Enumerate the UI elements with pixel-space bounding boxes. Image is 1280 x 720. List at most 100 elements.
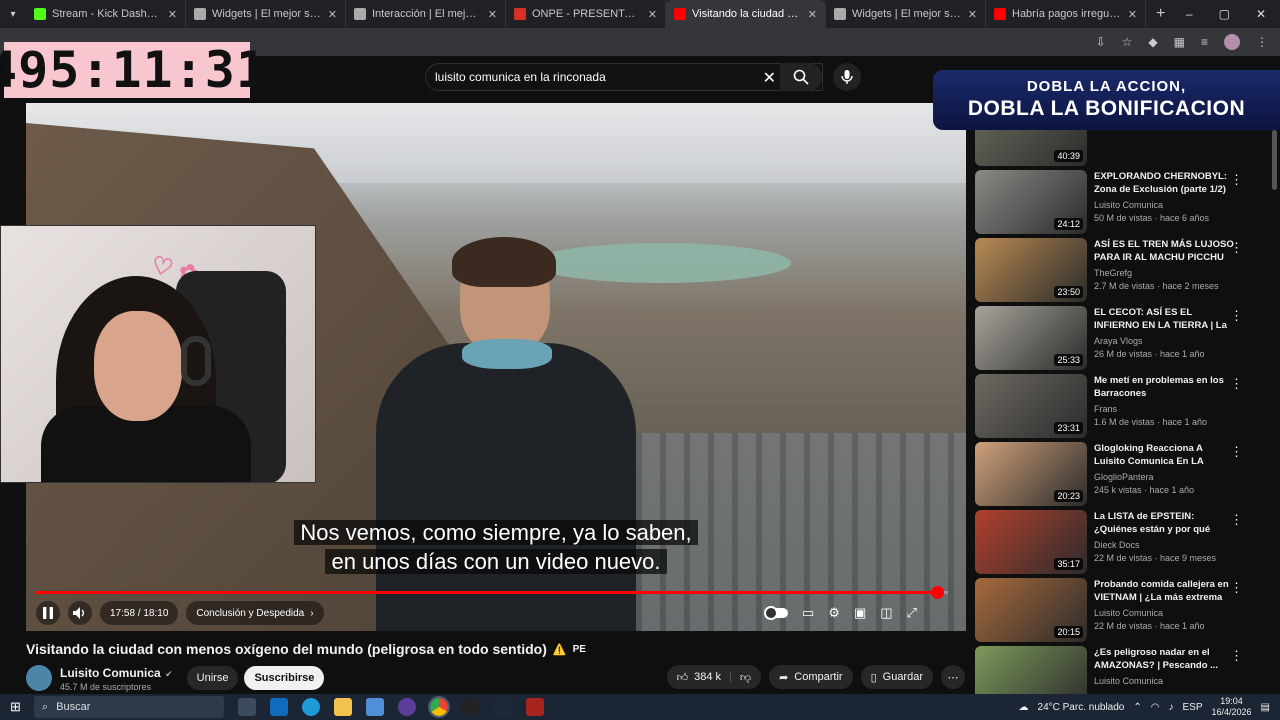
like-button[interactable]: 👍︎ 384 k | 👎︎	[666, 665, 762, 689]
subtitles-icon[interactable]: ▭	[802, 605, 814, 621]
profile-avatar[interactable]	[1224, 34, 1240, 50]
channel-avatar[interactable]	[26, 665, 52, 691]
media-controls-icon[interactable]: ≡	[1201, 35, 1208, 49]
recommendation-item[interactable]: 24:12 EXPLORANDO CHERNOBYL: Zona de Exclu…	[975, 170, 1265, 234]
more-actions-button[interactable]: ⋯	[941, 665, 965, 689]
extension-icon[interactable]: ◆	[1148, 35, 1157, 49]
volume-button[interactable]	[68, 601, 92, 625]
steam-icon[interactable]	[494, 698, 512, 716]
install-icon[interactable]: ⇩	[1096, 35, 1106, 49]
start-button[interactable]: ⊞	[10, 699, 21, 715]
video-thumbnail[interactable]	[975, 646, 1087, 700]
recommendation-channel[interactable]: GloglioPantera	[1094, 471, 1234, 484]
recommendation-item[interactable]: 20:15 Probando comida callejera en VIETNA…	[975, 578, 1265, 642]
search-input[interactable]: luisito comunica en la rinconada	[435, 70, 606, 84]
video-thumbnail[interactable]: 20:23	[975, 442, 1087, 506]
minimize-button[interactable]: –	[1186, 7, 1193, 21]
bookmark-star-icon[interactable]: ☆	[1122, 35, 1133, 49]
recommendation-title[interactable]: ASÍ ES EL TREN MÁS LUJOSO PARA IR AL MAC…	[1094, 238, 1234, 264]
recommendation-title[interactable]: Probando comida callejera en VIETNAM | ¿…	[1094, 578, 1234, 604]
search-box[interactable]: luisito comunica en la rinconada ✕	[425, 63, 823, 91]
cast-icon[interactable]: ◫	[880, 605, 892, 621]
close-tab-icon[interactable]: ✕	[168, 8, 177, 21]
new-tab-button[interactable]: +	[1156, 5, 1165, 23]
progress-scrubber[interactable]	[931, 586, 945, 599]
more-options-icon[interactable]: ⋮	[1230, 444, 1243, 460]
chrome-icon[interactable]	[428, 696, 450, 718]
browser-tab[interactable]: Visitando la ciudad con me ✕	[666, 0, 826, 28]
speaker-icon[interactable]: ♪	[1168, 702, 1173, 713]
more-options-icon[interactable]: ⋮	[1230, 308, 1243, 324]
clock[interactable]: 19:04 16/4/2026	[1212, 696, 1252, 718]
edge-icon[interactable]	[302, 698, 320, 716]
video-thumbnail[interactable]: 23:50	[975, 238, 1087, 302]
channel-name[interactable]: Luisito Comunica	[60, 666, 161, 680]
close-tab-icon[interactable]: ✕	[488, 8, 497, 21]
recommendation-item[interactable]: 23:31 Me metí en problemas en los Barraco…	[975, 374, 1265, 438]
recommendation-title[interactable]: La LISTA de EPSTEIN: ¿Quiénes están y po…	[1094, 510, 1234, 536]
game-icon[interactable]	[526, 698, 544, 716]
recommendation-item[interactable]: 20:23 Glogloking Reacciona A Luisito Comu…	[975, 442, 1265, 506]
task-view-icon[interactable]	[238, 698, 256, 716]
search-button[interactable]	[780, 63, 822, 91]
close-tab-icon[interactable]: ✕	[968, 8, 977, 21]
recommendation-channel[interactable]: Araya Vlogs	[1094, 335, 1234, 348]
maximize-button[interactable]: ▢	[1219, 7, 1230, 21]
close-tab-icon[interactable]: ✕	[328, 8, 337, 21]
recommendation-title[interactable]: EXPLORANDO CHERNOBYL: Zona de Exclusión …	[1094, 170, 1234, 196]
taskbar-search[interactable]: ⌕ Buscar	[34, 696, 224, 718]
more-options-icon[interactable]: ⋮	[1230, 172, 1243, 188]
share-button[interactable]: ➦ Compartir	[769, 665, 853, 689]
notifications-icon[interactable]: ▤	[1261, 702, 1270, 713]
tab-search-button[interactable]: ▾	[0, 0, 26, 28]
recommendation-channel[interactable]: Dieck Docs	[1094, 539, 1234, 552]
recommendation-title[interactable]: EL CECOT: ASÍ ES EL INFIERNO EN LA TIERR…	[1094, 306, 1234, 332]
recommendation-channel[interactable]: Luisito Comunica	[1094, 675, 1234, 688]
wifi-icon[interactable]: ◠	[1151, 702, 1160, 713]
outlook-icon[interactable]	[270, 698, 288, 716]
subscribe-button[interactable]: Suscribirse	[244, 666, 325, 690]
tray-chevron-icon[interactable]: ⌃	[1133, 702, 1141, 713]
video-thumbnail[interactable]: 23:31	[975, 374, 1087, 438]
pause-button[interactable]	[36, 601, 60, 625]
fullscreen-icon[interactable]: ⤢	[907, 605, 917, 621]
store-icon[interactable]	[366, 698, 384, 716]
recommendation-item[interactable]: 23:50 ASÍ ES EL TREN MÁS LUJOSO PARA IR A…	[975, 238, 1265, 302]
settings-gear-icon[interactable]: ⚙	[828, 605, 840, 621]
recommendation-channel[interactable]: TheGrefg	[1094, 267, 1234, 280]
recommendation-title[interactable]: Glogloking Reacciona A Luisito Comunica …	[1094, 442, 1234, 468]
obs-icon[interactable]	[398, 698, 416, 716]
browser-tab[interactable]: Habría pagos irregulares de M ✕	[986, 0, 1146, 28]
progress-bar[interactable]	[36, 586, 948, 599]
language-indicator[interactable]: ESP	[1182, 702, 1202, 713]
video-thumbnail[interactable]: 20:15	[975, 578, 1087, 642]
file-explorer-icon[interactable]	[334, 698, 352, 716]
puzzle-icon[interactable]: ▦	[1174, 35, 1185, 49]
join-button[interactable]: Unirse	[186, 666, 239, 690]
more-options-icon[interactable]: ⋮	[1230, 648, 1243, 664]
browser-tab[interactable]: Interacción | El mejor software ✕	[346, 0, 506, 28]
scrollbar[interactable]	[1272, 130, 1277, 190]
browser-tab[interactable]: Widgets | El mejor software pa ✕	[186, 0, 346, 28]
voice-search-button[interactable]	[833, 63, 861, 91]
close-tab-icon[interactable]: ✕	[1128, 8, 1137, 21]
autoplay-toggle[interactable]	[764, 606, 788, 620]
weather-text[interactable]: 24°C Parc. nublado	[1038, 702, 1125, 713]
clear-search-icon[interactable]: ✕	[763, 68, 776, 88]
more-options-icon[interactable]: ⋮	[1230, 580, 1243, 596]
more-options-icon[interactable]: ⋮	[1230, 240, 1243, 256]
browser-tab[interactable]: ONPE - PRESENTACIÓN DE RE ✕	[506, 0, 666, 28]
recommendation-title[interactable]: ¿Es peligroso nadar en el AMAZONAS? | Pe…	[1094, 646, 1234, 672]
video-thumbnail[interactable]: 35:17	[975, 510, 1087, 574]
save-button[interactable]: ▯ Guardar	[860, 665, 933, 689]
recommendation-item[interactable]: 35:17 La LISTA de EPSTEIN: ¿Quiénes están…	[975, 510, 1265, 574]
close-tab-icon[interactable]: ✕	[808, 8, 817, 21]
browser-menu-icon[interactable]: ⋮	[1256, 35, 1268, 49]
recommendation-item[interactable]: 25:33 EL CECOT: ASÍ ES EL INFIERNO EN LA …	[975, 306, 1265, 370]
close-window-button[interactable]: ✕	[1256, 7, 1266, 21]
app-icon[interactable]	[462, 698, 480, 716]
close-tab-icon[interactable]: ✕	[648, 8, 657, 21]
recommendation-channel[interactable]: Luisito Comunica	[1094, 199, 1234, 212]
thumbs-down-icon[interactable]: 👎︎	[740, 671, 751, 684]
chapter-button[interactable]: Conclusión y Despedida ›	[186, 601, 324, 625]
